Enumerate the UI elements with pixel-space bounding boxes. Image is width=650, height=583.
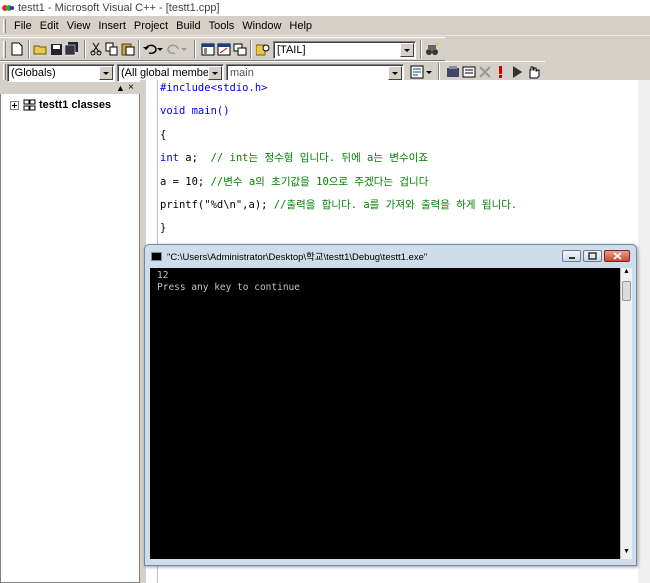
console-output-line: Press any key to continue — [157, 282, 300, 293]
members-combo-value: (All global members — [121, 67, 219, 79]
close-button[interactable] — [604, 250, 630, 262]
menu-tools[interactable]: Tools — [205, 16, 239, 36]
toolbar-separator — [28, 40, 30, 58]
copy-icon[interactable] — [104, 41, 120, 57]
toolbar-grip[interactable] — [3, 41, 6, 58]
menu-bar: File Edit View Insert Project Build Tool… — [0, 16, 650, 36]
find-combo-value: [TAIL] — [277, 44, 306, 56]
paste-icon[interactable] — [120, 41, 136, 57]
open-folder-icon[interactable] — [32, 41, 48, 57]
window-title: testt1 - Microsoft Visual C++ - [testt1.… — [18, 2, 220, 14]
console-output-line: 12 — [157, 270, 169, 281]
tree-root-label: testt1 classes — [39, 99, 112, 111]
find-combo[interactable]: [TAIL] — [273, 41, 416, 59]
breakpoint-hand-icon[interactable] — [525, 64, 541, 80]
cut-icon[interactable] — [88, 41, 104, 57]
code-line: printf("%d\n",a); //출력을 합니다. a를 가져와 출력을 … — [160, 199, 518, 211]
toolbar-separator — [138, 40, 140, 58]
editor-scrollbar[interactable] — [638, 80, 650, 583]
console-window[interactable]: "C:\Users\Administrator\Desktop\학교\testt… — [144, 244, 637, 566]
minimize-button[interactable] — [562, 250, 581, 262]
execute-icon[interactable] — [493, 64, 509, 80]
save-all-icon[interactable] — [64, 41, 80, 57]
workspace-window-icon[interactable] — [200, 41, 216, 57]
classes-icon — [23, 99, 36, 111]
toolbar-separator — [84, 40, 86, 58]
scroll-up-icon[interactable]: ▲ — [623, 268, 630, 275]
console-scrollbar[interactable]: ▲ ▼ — [620, 268, 632, 559]
workspace-panel-header: ▲ × — [0, 82, 140, 94]
class-combo-dropdown-icon[interactable] — [99, 66, 113, 80]
class-combo-value: (Globals) — [11, 67, 56, 79]
code-line: #include<stdio.h> — [160, 82, 268, 94]
workspace-panel — [0, 82, 140, 583]
function-combo-value: main — [230, 67, 254, 79]
console-output[interactable]: 12 Press any key to continue — [150, 268, 620, 559]
menu-project[interactable]: Project — [130, 16, 172, 36]
stop-build-icon[interactable] — [477, 64, 493, 80]
menu-file[interactable]: File — [10, 16, 36, 36]
console-title-bar[interactable]: "C:\Users\Administrator\Desktop\학교\testt… — [151, 248, 427, 264]
console-icon — [151, 251, 162, 261]
panel-close-icon[interactable]: × — [128, 82, 134, 93]
function-combo-dropdown-icon[interactable] — [388, 66, 402, 80]
wizard-action-dropdown-icon[interactable] — [424, 64, 434, 80]
members-combo-dropdown-icon[interactable] — [208, 66, 222, 80]
standard-toolbar: [TAIL] — [0, 37, 445, 61]
go-debug-icon[interactable] — [509, 64, 525, 80]
menu-bar-grip[interactable] — [3, 19, 6, 33]
redo-dropdown-icon[interactable] — [180, 41, 188, 57]
find-in-files-icon[interactable] — [255, 41, 271, 57]
toolbar-separator — [420, 40, 422, 58]
code-line: { — [160, 129, 167, 141]
code-line: void main() — [160, 105, 230, 117]
scroll-thumb[interactable] — [622, 281, 631, 301]
scroll-down-icon[interactable]: ▼ — [623, 548, 630, 555]
code-line: } — [160, 222, 167, 234]
menu-insert[interactable]: Insert — [94, 16, 130, 36]
visual-cpp-app-icon — [2, 5, 14, 11]
output-window-icon[interactable] — [216, 41, 232, 57]
code-line: int a; // int는 정수형 입니다. 뒤에 a는 변수이죠 — [160, 152, 428, 164]
class-combo[interactable]: (Globals) — [7, 64, 115, 82]
panel-dock-icon[interactable]: ▲ — [116, 83, 125, 93]
toolbar-separator — [250, 40, 252, 58]
maximize-button[interactable] — [583, 250, 602, 262]
menu-help[interactable]: Help — [285, 16, 316, 36]
new-file-icon[interactable] — [9, 41, 25, 57]
toolbar-grip[interactable] — [3, 64, 6, 80]
console-title: "C:\Users\Administrator\Desktop\학교\testt… — [167, 252, 428, 263]
menu-edit[interactable]: Edit — [36, 16, 63, 36]
undo-dropdown-icon[interactable] — [156, 41, 164, 57]
menu-build[interactable]: Build — [172, 16, 204, 36]
menu-view[interactable]: View — [63, 16, 95, 36]
window-list-icon[interactable] — [232, 41, 248, 57]
tree-item-classes[interactable]: testt1 classes — [10, 98, 111, 112]
wizard-action-icon[interactable] — [409, 64, 425, 80]
menu-window[interactable]: Window — [238, 16, 285, 36]
find-combo-dropdown-icon[interactable] — [400, 43, 414, 57]
toolbar-separator — [194, 40, 196, 58]
save-icon[interactable] — [48, 41, 64, 57]
build-icon[interactable] — [461, 64, 477, 80]
find-binoculars-icon[interactable] — [424, 41, 440, 57]
code-line: a = 10; //변수 a의 초기값을 10으로 주겠다는 겁니다 — [160, 176, 429, 188]
compile-icon[interactable] — [445, 64, 461, 80]
expand-icon[interactable] — [10, 100, 19, 110]
window-title-bar[interactable]: testt1 - Microsoft Visual C++ - [testt1.… — [0, 0, 650, 16]
